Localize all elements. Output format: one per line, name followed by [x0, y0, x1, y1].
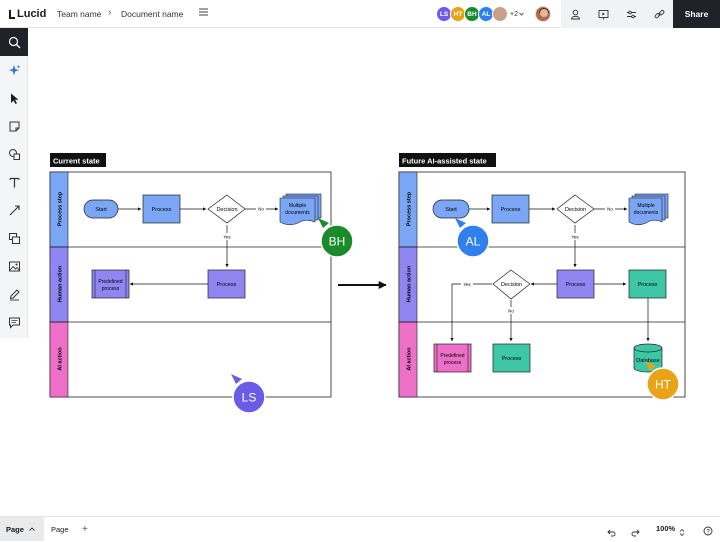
lane-label: AI action [58, 347, 64, 371]
lucid-logo[interactable]: Lucid [9, 8, 46, 20]
shape-label: documents [634, 210, 659, 216]
diagram-canvas[interactable]: Current state Process step Human action … [28, 28, 720, 512]
edge-label-yes: Yes [223, 235, 231, 240]
chevron-up-icon[interactable] [29, 527, 35, 531]
cursor-initials: BH [329, 235, 346, 249]
link-icon[interactable] [650, 5, 668, 23]
logo-text: Lucid [17, 8, 47, 20]
line-icon[interactable] [0, 196, 28, 224]
undo-icon[interactable] [607, 524, 616, 542]
pointer-icon[interactable] [0, 84, 28, 112]
edge-label-yes: Yes [463, 282, 471, 287]
page-tab[interactable]: Page [51, 517, 69, 541]
current-state-diagram[interactable]: Current state Process step Human action … [49, 153, 332, 398]
document-name[interactable]: Document name [121, 9, 183, 19]
settings-sliders-icon[interactable] [622, 5, 640, 23]
comment-icon[interactable] [0, 308, 28, 336]
collaborator-avatars[interactable]: LS HT BH AL +2 [436, 6, 524, 22]
edge-label-no: No [258, 207, 264, 212]
sticky-note-icon[interactable] [0, 112, 28, 140]
shape-label: Predefined [440, 353, 464, 359]
ai-sparkle-icon[interactable] [0, 56, 28, 84]
top-bar: Lucid Team name › Document name LS HT BH… [0, 0, 720, 28]
lane-label: Human action [58, 265, 64, 302]
lane-label: Human action [407, 265, 413, 302]
edge-label-no: No [508, 309, 514, 314]
edge-label-yes: Yes [571, 235, 579, 240]
cursor-initials: AL [466, 235, 481, 249]
lucid-logo-icon [9, 9, 15, 19]
shape-label: Process [501, 207, 521, 213]
breadcrumb-separator: › [108, 7, 112, 18]
shape-label: Decision [216, 207, 237, 213]
lane-label: Process step [407, 191, 413, 226]
bottom-bar: Page Page + 100% ? [0, 516, 720, 542]
zoom-stepper-icon[interactable] [679, 524, 685, 542]
image-icon[interactable] [0, 252, 28, 280]
zoom-level[interactable]: 100% [656, 524, 675, 533]
share-button[interactable]: Share [673, 0, 720, 28]
search-icon[interactable] [0, 28, 28, 56]
shape-label: Start [445, 207, 457, 213]
shape-label: Multiple [637, 203, 654, 209]
redo-icon[interactable] [631, 524, 640, 542]
shape-label: Predefined [98, 279, 122, 285]
lane-label: AI action [407, 347, 413, 371]
present-icon[interactable] [594, 5, 612, 23]
diagram-title: Future AI-assisted state [402, 157, 487, 166]
shape-label: documents [285, 210, 310, 216]
lane-label: Process step [58, 191, 64, 226]
chevron-down-icon [519, 12, 524, 16]
shape-label: Process [566, 282, 586, 288]
pen-icon[interactable] [0, 280, 28, 308]
toolbar-icons [561, 0, 673, 28]
shape-label: Process [502, 356, 522, 362]
shape-label: Multiple [289, 203, 306, 209]
cursor-initials: LS [242, 391, 257, 405]
container-icon[interactable] [0, 224, 28, 252]
menu-icon[interactable] [199, 8, 208, 19]
more-collaborators[interactable]: +2 [510, 11, 524, 18]
left-toolbar [0, 28, 28, 338]
avatar-photo[interactable] [492, 6, 508, 22]
shape-label: Decision [565, 207, 586, 213]
help-icon[interactable]: ? [703, 523, 713, 541]
shape-label: process [102, 286, 120, 292]
add-page-button[interactable]: + [82, 517, 88, 541]
shapes-icon[interactable] [0, 140, 28, 168]
current-user-avatar[interactable] [535, 6, 551, 22]
breadcrumb-team[interactable]: Team name [57, 9, 101, 19]
shape-label: process [444, 360, 462, 366]
shape-label: Decision [501, 282, 522, 288]
shape-label: Process [638, 282, 658, 288]
edge-label-no: No [607, 207, 613, 212]
shape-label: Process [217, 282, 237, 288]
cursor-initials: HT [655, 378, 672, 392]
future-state-diagram[interactable]: Future AI-assisted state Process step Hu… [398, 153, 686, 398]
diagram-title: Current state [53, 157, 100, 166]
person-icon[interactable] [566, 5, 584, 23]
shape-label: Process [152, 207, 172, 213]
page-tab-active[interactable]: Page [0, 517, 44, 541]
shape-label: Start [95, 207, 107, 213]
text-icon[interactable] [0, 168, 28, 196]
